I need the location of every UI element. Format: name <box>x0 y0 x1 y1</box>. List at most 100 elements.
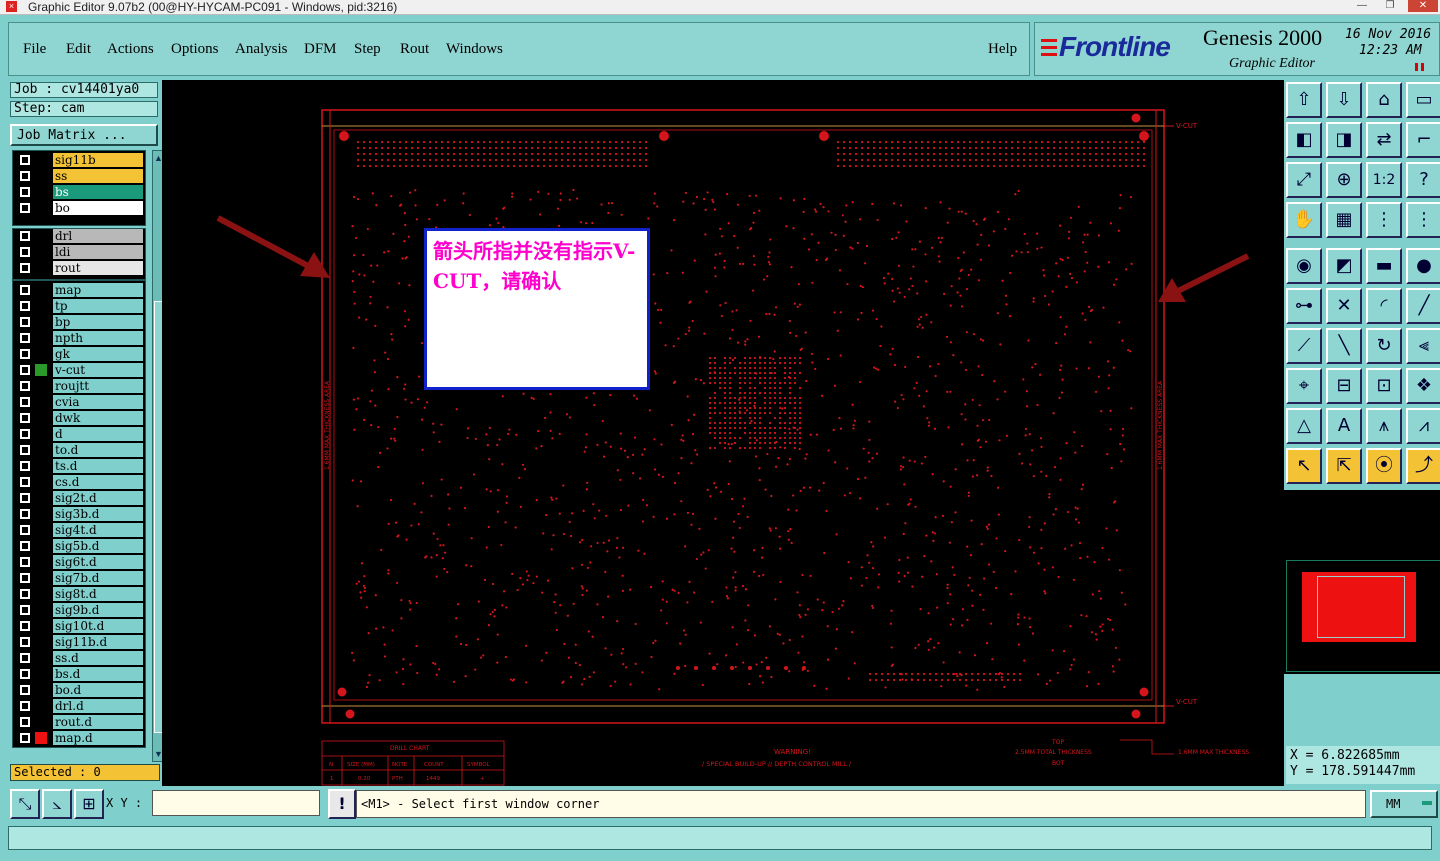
zoom-center-icon[interactable]: ⊕ <box>1326 162 1362 198</box>
layer-row-cs-d[interactable]: cs.d <box>15 475 143 489</box>
group-icon[interactable]: ❖ <box>1406 368 1440 404</box>
graphic-canvas[interactable]: V-CUT V-CUT 1.6MM MAX THICKNESS AREA 1.6… <box>162 80 1284 786</box>
layer-checkbox[interactable] <box>19 540 31 552</box>
overview-panel[interactable] <box>1284 488 1440 674</box>
layer-checkbox[interactable] <box>19 732 31 744</box>
layer-name[interactable]: sig10t.d <box>53 619 143 633</box>
menu-windows[interactable]: Windows <box>446 41 503 58</box>
origin-icon[interactable]: ⌖ <box>1286 368 1322 404</box>
connect-icon[interactable]: ⊶ <box>1286 288 1322 324</box>
layer-name[interactable]: dwk <box>53 411 143 425</box>
home-icon[interactable]: ⌂ <box>1366 82 1402 118</box>
job-matrix-button[interactable]: Job Matrix ... <box>10 124 158 146</box>
layer-name[interactable]: sig11b <box>53 153 143 167</box>
layer-row-sig11b[interactable]: sig11b <box>15 153 143 167</box>
layer-row-roujtt[interactable]: roujtt <box>15 379 143 393</box>
menu-options[interactable]: Options <box>171 41 219 58</box>
next-icon[interactable]: ◨ <box>1326 122 1362 158</box>
pan-icon[interactable]: ✋ <box>1286 202 1322 238</box>
layer-checkbox[interactable] <box>19 652 31 664</box>
layer-name[interactable]: npth <box>53 331 143 345</box>
layer-row-npth[interactable]: npth <box>15 331 143 345</box>
layer-name[interactable]: sig5b.d <box>53 539 143 553</box>
window-icon[interactable]: ▭ <box>1406 82 1440 118</box>
layer-row-sig10t-d[interactable]: sig10t.d <box>15 619 143 633</box>
layer-name[interactable]: ss.d <box>53 651 143 665</box>
menu-step[interactable]: Step <box>354 41 381 58</box>
layer-checkbox[interactable] <box>19 316 31 328</box>
layer-row-gk[interactable]: gk <box>15 347 143 361</box>
layer-name[interactable]: sig4t.d <box>53 523 143 537</box>
layer-checkbox[interactable] <box>19 230 31 242</box>
layer-name[interactable]: rout <box>53 261 143 275</box>
minimize-button[interactable]: — <box>1350 0 1374 12</box>
layer-name[interactable]: tp <box>53 299 143 313</box>
layer-checkbox[interactable] <box>19 684 31 696</box>
layer-name[interactable]: map.d <box>53 731 143 745</box>
layer-checkbox[interactable] <box>19 262 31 274</box>
layer-name[interactable]: bs.d <box>53 667 143 681</box>
layer-checkbox[interactable] <box>19 636 31 648</box>
layer-checkbox[interactable] <box>19 348 31 360</box>
layer-checkbox[interactable] <box>19 476 31 488</box>
layer-name[interactable]: cvia <box>53 395 143 409</box>
shape-b-icon[interactable]: A <box>1326 408 1362 444</box>
pad-icon[interactable]: ◉ <box>1286 248 1322 284</box>
layer-checkbox[interactable] <box>19 412 31 424</box>
layer-row-map[interactable]: map <box>15 283 143 297</box>
layer-row-map-d[interactable]: map.d <box>15 731 143 745</box>
zoom-window-icon[interactable]: ⤡ <box>10 789 40 819</box>
layer-name[interactable]: rout.d <box>53 715 143 729</box>
layer-name[interactable]: bo <box>53 201 143 215</box>
layer-name[interactable]: roujtt <box>53 379 143 393</box>
menu-dfm[interactable]: DFM <box>304 41 337 58</box>
grid-icon[interactable]: ▦ <box>1326 202 1362 238</box>
line-icon[interactable]: ╱ <box>1406 288 1440 324</box>
layer-row-rout-d[interactable]: rout.d <box>15 715 143 729</box>
xy-input[interactable] <box>152 790 320 816</box>
layer-row-ts-d[interactable]: ts.d <box>15 459 143 473</box>
paste-layer-icon[interactable]: ⇩ <box>1326 82 1362 118</box>
diagonal-icon[interactable]: ╲ <box>1326 328 1362 364</box>
layer-checkbox[interactable] <box>19 396 31 408</box>
layer-checkbox[interactable] <box>19 380 31 392</box>
layer-name[interactable]: gk <box>53 347 143 361</box>
close-button[interactable]: ✕ <box>1408 0 1438 12</box>
layer-row-drl-d[interactable]: drl.d <box>15 699 143 713</box>
layer-name[interactable]: sig9b.d <box>53 603 143 617</box>
select-path-icon[interactable]: ⤴ <box>1406 448 1440 484</box>
help-icon[interactable]: ? <box>1406 162 1440 198</box>
shape-c-icon[interactable]: ⩚ <box>1366 408 1402 444</box>
layer-checkbox[interactable] <box>19 556 31 568</box>
layer-checkbox[interactable] <box>19 332 31 344</box>
layer-row-cvia[interactable]: cvia <box>15 395 143 409</box>
layer-checkbox[interactable] <box>19 588 31 600</box>
layer-checkbox[interactable] <box>19 572 31 584</box>
layer-checkbox[interactable] <box>19 668 31 680</box>
layer-checkbox[interactable] <box>19 460 31 472</box>
layer-checkbox[interactable] <box>19 604 31 616</box>
shape-a-icon[interactable]: △ <box>1286 408 1322 444</box>
layer-name[interactable]: sig7b.d <box>53 571 143 585</box>
layer-name[interactable]: sig8t.d <box>53 587 143 601</box>
layer-checkbox[interactable] <box>19 620 31 632</box>
mirror-icon[interactable]: ⫷ <box>1406 328 1440 364</box>
select-icon[interactable]: ↖ <box>1286 448 1322 484</box>
layer-checkbox[interactable] <box>19 428 31 440</box>
layer-row-bs[interactable]: bs <box>15 185 143 199</box>
layer-name[interactable]: ts.d <box>53 459 143 473</box>
layer-name[interactable]: sig2t.d <box>53 491 143 505</box>
select-box-icon[interactable]: ⇱ <box>1326 448 1362 484</box>
layer-row-sig9b-d[interactable]: sig9b.d <box>15 603 143 617</box>
scale-icon[interactable]: 1:2 <box>1366 162 1402 198</box>
layer-row-v-cut[interactable]: v-cut <box>15 363 143 377</box>
split-icon[interactable]: ⊟ <box>1326 368 1362 404</box>
prev-icon[interactable]: ◧ <box>1286 122 1322 158</box>
layer-name[interactable]: sig6t.d <box>53 555 143 569</box>
layer-name[interactable]: cs.d <box>53 475 143 489</box>
layer-row-sig2t-d[interactable]: sig2t.d <box>15 491 143 505</box>
layer-row-sig8t-d[interactable]: sig8t.d <box>15 587 143 601</box>
layer-row-tp[interactable]: tp <box>15 299 143 313</box>
ruler-icon[interactable]: ▬ <box>1366 248 1402 284</box>
layer-row-sig4t-d[interactable]: sig4t.d <box>15 523 143 537</box>
